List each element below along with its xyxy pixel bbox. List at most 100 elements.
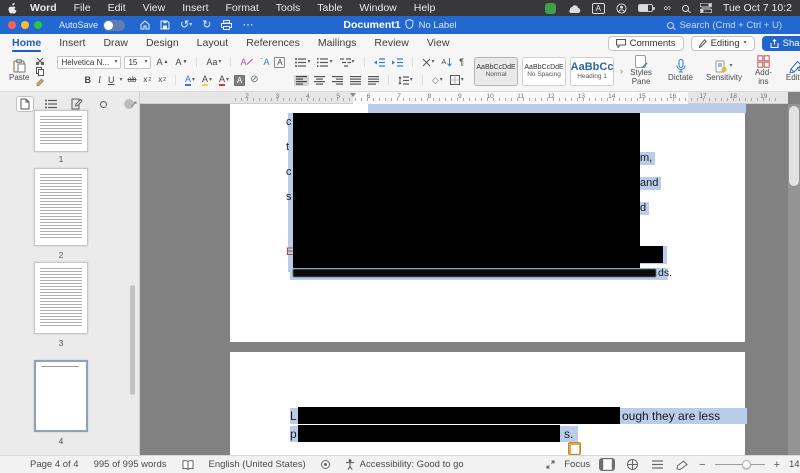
undo-icon[interactable]: ↺ ▾ bbox=[180, 19, 192, 31]
zoom-in-button[interactable]: + bbox=[774, 459, 780, 471]
document-scrollbar-track[interactable] bbox=[788, 104, 800, 455]
autosave-toggle[interactable] bbox=[103, 19, 126, 31]
sensitivity-button[interactable]: ▾ Sensitivity bbox=[704, 54, 744, 88]
zoom-window-button[interactable] bbox=[34, 21, 42, 29]
print-icon[interactable] bbox=[221, 20, 233, 30]
app-status-icon[interactable] bbox=[544, 2, 556, 14]
character-border-button[interactable]: A bbox=[274, 56, 286, 68]
close-window-button[interactable] bbox=[8, 21, 16, 29]
tab-home[interactable]: Home bbox=[12, 35, 42, 52]
grow-font-button[interactable]: A ▲ bbox=[154, 57, 170, 68]
font-size-combo[interactable]: 15 ▾ bbox=[124, 55, 152, 69]
tab-layout[interactable]: Layout bbox=[197, 35, 229, 51]
add-ins-button[interactable]: Add-ins bbox=[752, 54, 775, 88]
change-case-button[interactable]: Aa ▾ bbox=[204, 57, 223, 68]
shading-button[interactable]: ◇ ▾ bbox=[430, 75, 445, 86]
sensitivity-shield-icon[interactable] bbox=[405, 16, 414, 34]
print-layout-view-button[interactable] bbox=[599, 458, 616, 471]
proofing-book-icon[interactable] bbox=[182, 459, 194, 470]
home-icon[interactable] bbox=[140, 20, 150, 30]
language-selector[interactable]: English (United States) bbox=[209, 459, 306, 470]
user-account-icon[interactable] bbox=[616, 2, 627, 14]
justify-button[interactable] bbox=[348, 75, 363, 86]
accessibility-status[interactable]: Accessibility: Good to go bbox=[345, 459, 464, 470]
zoom-percentage[interactable]: 14 bbox=[789, 459, 800, 470]
tab-review[interactable]: Review bbox=[374, 35, 408, 51]
strikethrough-button[interactable]: ab bbox=[126, 75, 139, 85]
sensitivity-label[interactable]: No Label bbox=[419, 20, 457, 31]
focus-mode-button[interactable]: Focus bbox=[564, 459, 590, 470]
styles-gallery-more-icon[interactable]: › bbox=[620, 66, 623, 76]
align-center-button[interactable] bbox=[312, 75, 327, 86]
borders-button[interactable]: ▾ bbox=[448, 74, 466, 86]
bullets-button[interactable]: ▾ bbox=[293, 57, 312, 68]
circle-a-button[interactable]: ⊘ bbox=[248, 74, 260, 86]
menu-tools[interactable]: Tools bbox=[276, 2, 301, 14]
document-scrollbar-thumb[interactable] bbox=[789, 106, 799, 186]
font-color-button[interactable]: A ▾ bbox=[217, 74, 231, 87]
increase-indent-button[interactable] bbox=[390, 57, 405, 68]
underline-button[interactable]: U bbox=[106, 75, 117, 86]
asian-layout-button[interactable]: ▾ bbox=[420, 57, 437, 68]
tab-insert[interactable]: Insert bbox=[59, 35, 85, 51]
text-effects-button[interactable]: A ▾ bbox=[183, 74, 197, 87]
input-source-icon[interactable]: A bbox=[591, 2, 605, 14]
thumbnails-view-icon[interactable] bbox=[16, 96, 34, 112]
page-thumbnail-4[interactable] bbox=[34, 360, 88, 432]
focus-expand-icon[interactable] bbox=[546, 460, 555, 469]
document-page-current[interactable]: c t c s E m, and d ds. bbox=[230, 104, 746, 342]
distribute-text-button[interactable] bbox=[366, 75, 381, 86]
spotlight-search-icon[interactable] bbox=[681, 4, 689, 12]
battery-icon[interactable] bbox=[637, 4, 655, 12]
shrink-font-button[interactable]: A ▼ bbox=[173, 57, 189, 68]
align-right-button[interactable] bbox=[330, 75, 345, 86]
cloud-icon[interactable] bbox=[567, 2, 581, 14]
page-thumbnail-3[interactable] bbox=[34, 262, 88, 334]
paste-button[interactable]: Paste bbox=[6, 59, 32, 83]
redo-icon[interactable]: ↻ bbox=[202, 19, 211, 31]
find-icon[interactable] bbox=[94, 96, 112, 112]
menu-edit[interactable]: Edit bbox=[108, 2, 126, 14]
word-count[interactable]: 995 of 995 words bbox=[94, 459, 167, 470]
menu-insert[interactable]: Insert bbox=[182, 2, 208, 14]
style-heading-1[interactable]: AaBbCc Heading 1 bbox=[570, 56, 615, 86]
resize-pane-icon[interactable] bbox=[130, 95, 137, 113]
save-icon[interactable] bbox=[160, 20, 170, 30]
bold-button[interactable]: B bbox=[82, 75, 93, 86]
screen-mirroring-icon[interactable]: ∞ bbox=[664, 2, 671, 14]
menu-view[interactable]: View bbox=[143, 2, 166, 14]
copy-button[interactable] bbox=[34, 66, 47, 77]
format-painter-button[interactable] bbox=[34, 77, 47, 87]
phonetic-guide-button[interactable]: ˜ A bbox=[258, 57, 271, 68]
pane-scrollbar[interactable] bbox=[130, 285, 135, 395]
menu-format[interactable]: Format bbox=[226, 2, 259, 14]
menu-file[interactable]: File bbox=[74, 2, 91, 14]
tab-draw[interactable]: Draw bbox=[103, 35, 128, 51]
superscript-button[interactable]: x2 bbox=[156, 75, 168, 85]
comments-button[interactable]: Comments bbox=[607, 35, 684, 51]
apple-menu-icon[interactable] bbox=[8, 2, 18, 14]
zoom-slider-knob[interactable] bbox=[742, 460, 752, 469]
minimize-window-button[interactable] bbox=[21, 21, 29, 29]
paste-options-button[interactable] bbox=[568, 442, 581, 455]
tab-design[interactable]: Design bbox=[146, 35, 179, 51]
decrease-indent-button[interactable] bbox=[372, 57, 387, 68]
more-commands-icon[interactable]: ⋯ bbox=[242, 19, 253, 31]
macro-record-icon[interactable] bbox=[320, 460, 330, 469]
tab-mailings[interactable]: Mailings bbox=[318, 35, 357, 51]
search-box[interactable]: Search (Cmd + Ctrl + U) bbox=[666, 20, 782, 31]
outline-view-button[interactable] bbox=[649, 458, 665, 471]
style-normal[interactable]: AaBbCcDdE Normal bbox=[474, 56, 519, 86]
tab-view[interactable]: View bbox=[427, 35, 450, 51]
align-left-button[interactable] bbox=[293, 74, 309, 86]
web-layout-view-button[interactable] bbox=[624, 458, 640, 471]
style-no-spacing[interactable]: AaBbCcDdE No Spacing bbox=[522, 56, 567, 86]
italic-button[interactable]: I bbox=[96, 75, 103, 86]
clear-formatting-button[interactable]: A bbox=[238, 57, 255, 68]
page-thumbnail-2[interactable] bbox=[34, 168, 88, 246]
numbering-button[interactable]: ▾ bbox=[315, 57, 334, 68]
menu-clock[interactable]: Tue Oct 7 10:2 bbox=[723, 2, 792, 14]
menu-window[interactable]: Window bbox=[359, 2, 396, 14]
page-thumbnail-1[interactable] bbox=[34, 110, 88, 152]
draft-view-button[interactable] bbox=[674, 458, 690, 471]
